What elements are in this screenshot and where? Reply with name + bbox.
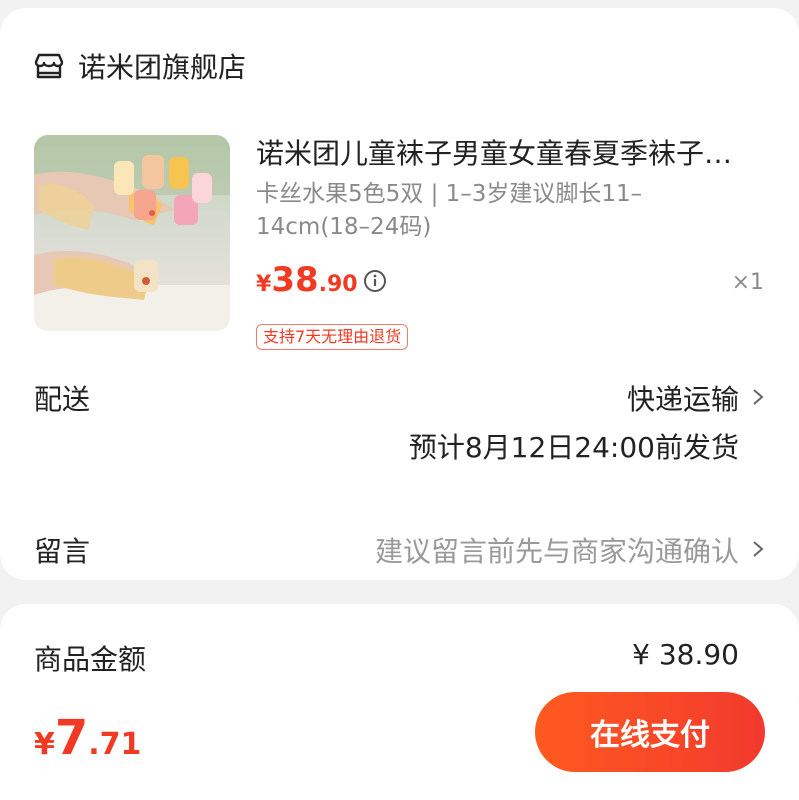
product-thumbnail[interactable] xyxy=(34,135,230,331)
amount-value: ¥ 38.90 xyxy=(632,638,739,671)
product-price: ¥ 38 .90 xyxy=(256,260,358,300)
chevron-right-icon[interactable] xyxy=(751,388,765,406)
pay-button[interactable]: 在线支付 xyxy=(535,692,765,772)
price-decimal: .90 xyxy=(318,272,358,297)
delivery-estimate: 预计8月12日24:00前发货 xyxy=(408,431,739,464)
product-title[interactable]: 诺米团儿童袜子男童女童春夏季袜子… xyxy=(256,132,768,172)
total-price: ¥ 7 .71 xyxy=(34,710,141,766)
total-decimal: .71 xyxy=(88,727,142,762)
message-label: 留言 xyxy=(34,535,91,568)
price-symbol: ¥ xyxy=(256,272,272,297)
socks-image xyxy=(34,135,230,331)
order-card: 诺米团旗舰店 诺米团儿童袜子男童女童春夏季袜子… 卡丝水果5色5双 | 1–3岁… xyxy=(0,8,799,580)
checkout-bar: ¥ 7 .71 在线支付 xyxy=(0,680,799,800)
price-integer: 38 xyxy=(271,260,319,300)
delivery-label: 配送 xyxy=(34,383,91,416)
info-icon[interactable] xyxy=(363,269,387,293)
shop-header[interactable]: 诺米团旗舰店 xyxy=(34,46,246,86)
message-input[interactable]: 建议留言前先与商家沟通确认 xyxy=(375,530,739,570)
amount-label: 商品金额 xyxy=(34,643,147,676)
shop-name: 诺米团旗舰店 xyxy=(78,51,247,84)
chevron-right-icon[interactable] xyxy=(751,540,765,558)
delivery-method[interactable]: 快递运输 xyxy=(627,378,739,418)
total-symbol: ¥ xyxy=(34,727,55,762)
product-spec[interactable]: 卡丝水果5色5双 | 1–3岁建议脚长11–14cm(18–24码) xyxy=(256,178,676,244)
shop-icon xyxy=(34,53,64,79)
quantity: ×1 xyxy=(731,270,764,295)
total-integer: 7 xyxy=(54,710,89,766)
return-policy-badge: 支持7天无理由退货 xyxy=(256,324,409,350)
